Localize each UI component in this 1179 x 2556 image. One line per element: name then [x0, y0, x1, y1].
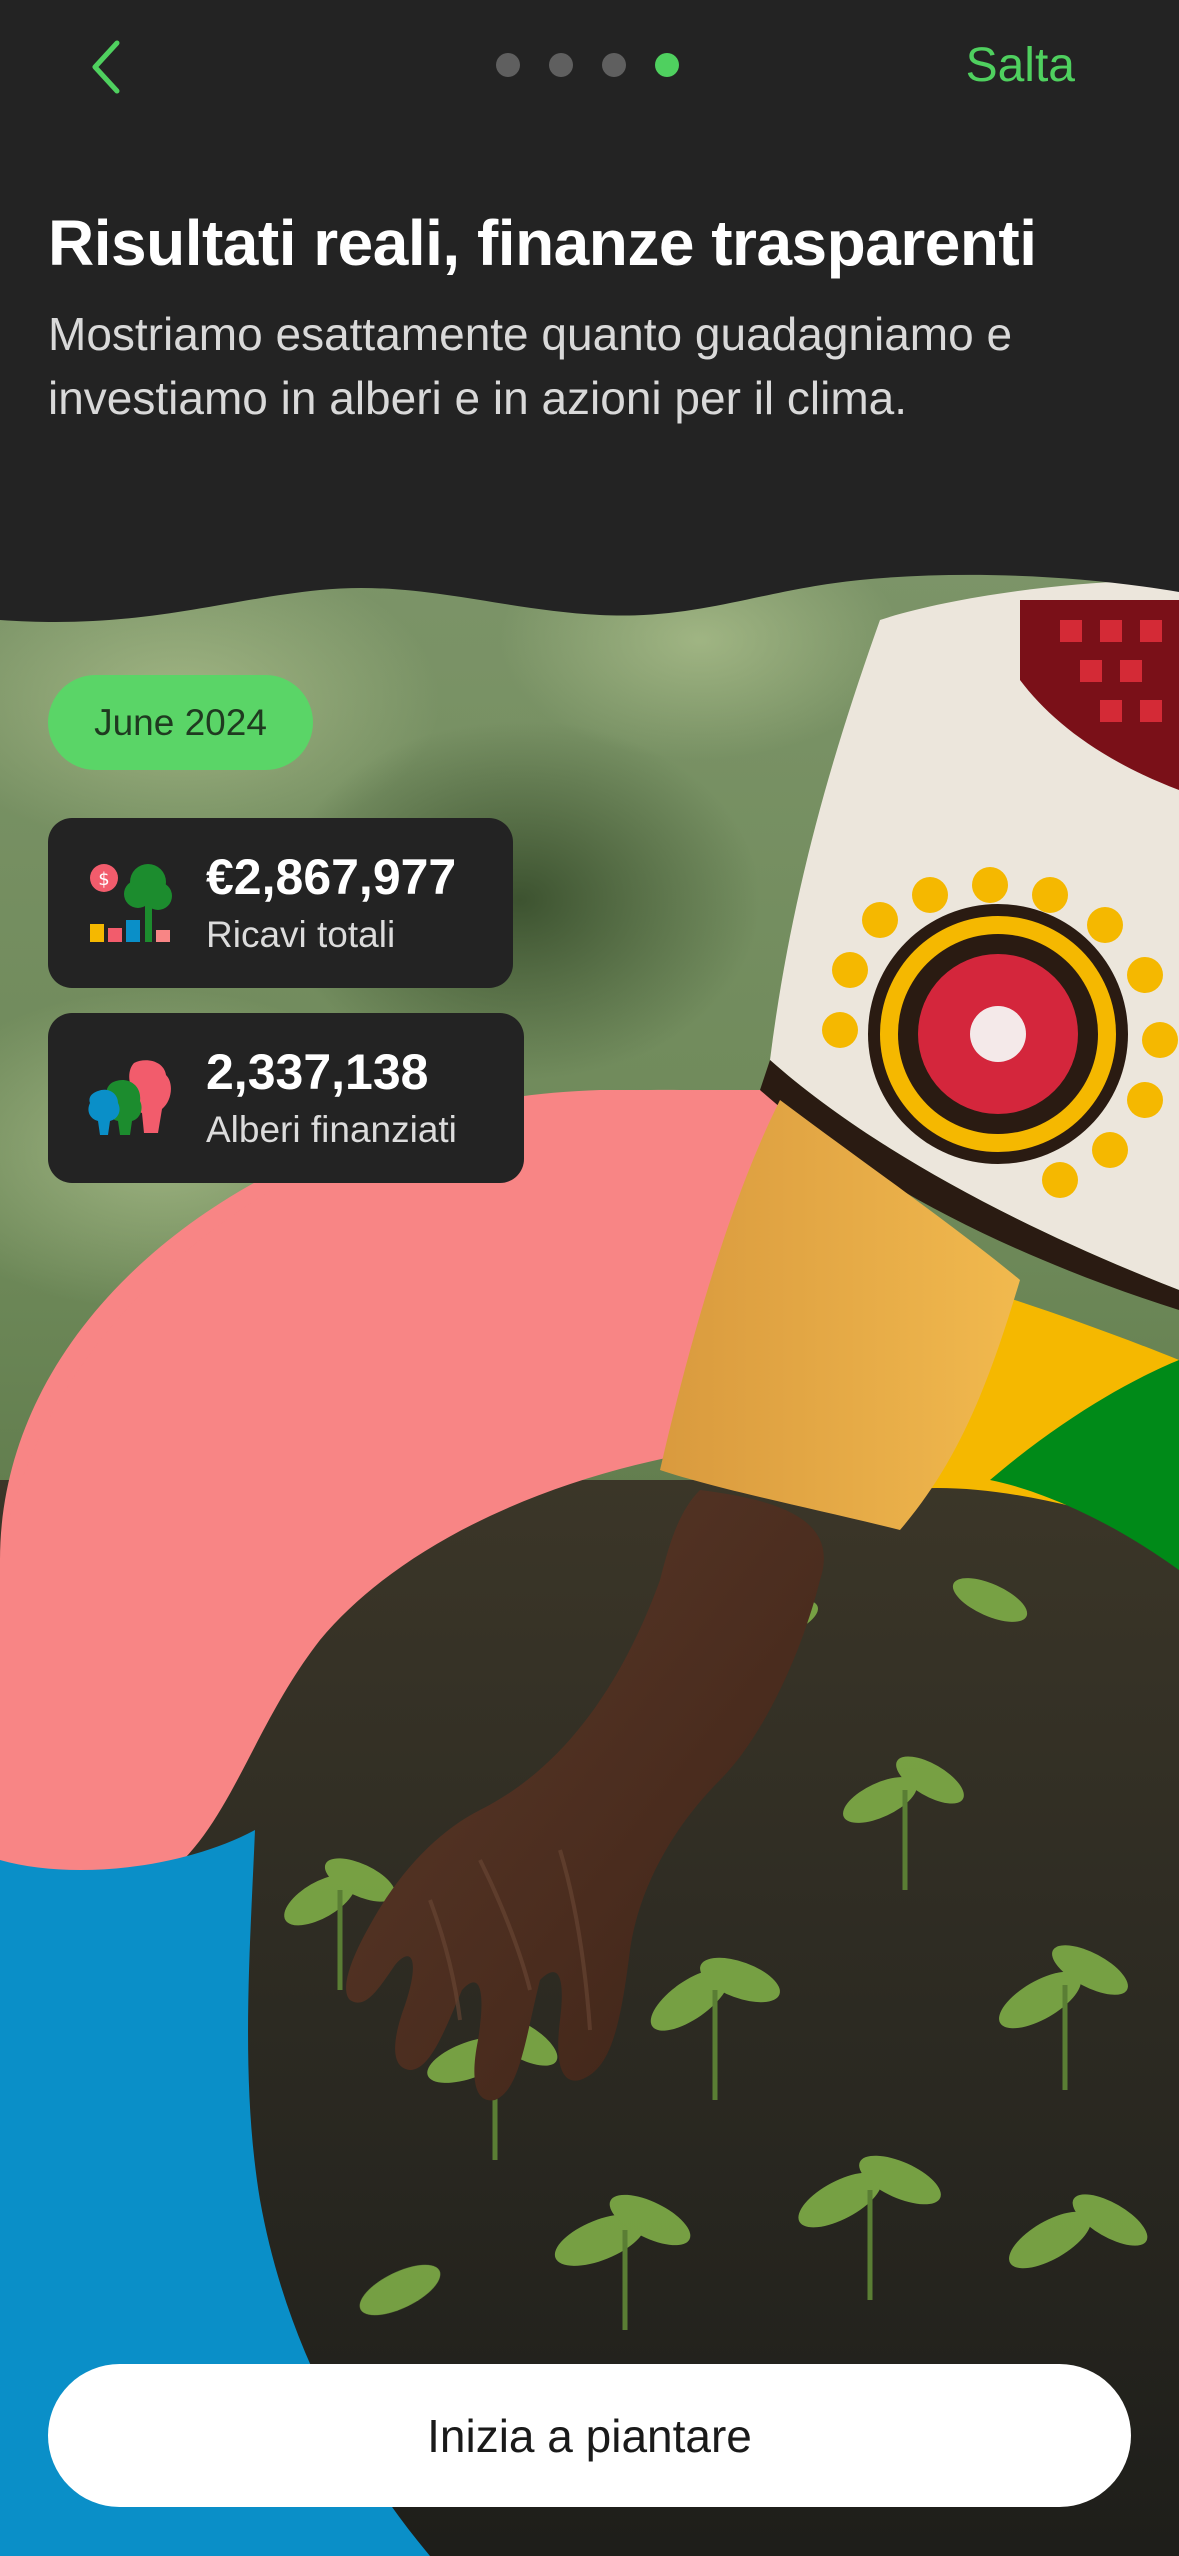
- revenue-card: $ €2,867,977 Ricavi totali: [48, 818, 513, 988]
- back-button[interactable]: [72, 30, 142, 104]
- top-bar: Salta: [0, 0, 1179, 140]
- trees-label: Alberi finanziati: [206, 1109, 457, 1150]
- revenue-label: Ricavi totali: [206, 914, 396, 955]
- period-badge: June 2024: [48, 675, 313, 770]
- trees-icon: [88, 1060, 171, 1135]
- trees-card: 2,337,138 Alberi finanziati: [48, 1013, 524, 1183]
- page-dot-active: [655, 53, 679, 77]
- page-dot: [496, 53, 520, 77]
- page-indicator: [496, 53, 679, 77]
- skip-button[interactable]: Salta: [966, 36, 1075, 96]
- page-subtitle: Mostriamo esattamente quanto guadagniamo…: [48, 308, 1013, 424]
- page-dot: [602, 53, 626, 77]
- page-dot: [549, 53, 573, 77]
- trees-value: 2,337,138: [206, 1044, 429, 1100]
- chevron-left-icon: [92, 40, 120, 94]
- revenue-chart-icon: $: [90, 864, 172, 942]
- revenue-value: €2,867,977: [206, 849, 457, 905]
- svg-text:$: $: [98, 869, 109, 890]
- start-planting-button[interactable]: Inizia a piantare: [48, 2364, 1131, 2507]
- page-title: Risultati reali, finanze trasparenti: [48, 207, 1037, 279]
